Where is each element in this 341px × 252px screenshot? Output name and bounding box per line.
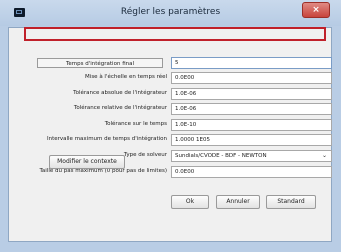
window-title: Régler les paramètres	[120, 7, 221, 17]
max-interval-input[interactable]: 1.0000 1E05	[171, 134, 332, 146]
abs-tolerance-input[interactable]: 1.0E-06	[171, 88, 332, 100]
modify-context-button[interactable]: Modifier le contexte	[49, 155, 125, 169]
realtime-scaling-label: Mise à l'échelle en temps réel	[85, 74, 167, 80]
row-rel-tolerance: Tolérance relative de l'intégrateur 1.0E…	[9, 103, 333, 115]
final-time-input[interactable]: 5	[171, 57, 332, 69]
ok-button[interactable]: Ok	[171, 195, 209, 209]
time-tolerance-label: Tolérance sur le temps	[104, 121, 167, 127]
cancel-button[interactable]: Annuler	[216, 195, 260, 209]
title-bar: Régler les paramètres ×	[0, 0, 341, 26]
row-abs-tolerance: Tolérance absolue de l'intégrateur 1.0E-…	[9, 88, 333, 100]
parameters-panel: Temps d'intégration final 5 Mise à l'éch…	[8, 27, 332, 242]
realtime-scaling-input[interactable]: 0.0E00	[171, 72, 332, 84]
rel-tolerance-input[interactable]: 1.0E-06	[171, 103, 332, 115]
row-realtime-scaling: Mise à l'échelle en temps réel 0.0E00	[9, 72, 333, 84]
max-step-input[interactable]: 0.0E00	[171, 166, 332, 178]
time-tolerance-input[interactable]: 1.0E-10	[171, 119, 332, 131]
chevron-down-icon: ⌄	[321, 152, 327, 159]
solver-type-label: Type de solveur	[123, 152, 167, 158]
settings-dialog: Régler les paramètres × Temps d'intégrat…	[0, 0, 341, 252]
row-time-tolerance: Tolérance sur le temps 1.0E-10	[9, 119, 333, 131]
final-time-label: Temps d'intégration final	[37, 58, 163, 68]
standard-button[interactable]: Standard	[266, 195, 316, 209]
solver-type-select[interactable]: Sundials/CVODE - BDF - NEWTON ⌄	[171, 150, 332, 162]
abs-tolerance-label: Tolérance absolue de l'intégrateur	[73, 90, 167, 96]
max-interval-label: Intervalle maximum de temps d'intégratio…	[46, 136, 167, 142]
row-final-time: Temps d'intégration final 5	[9, 57, 333, 69]
row-max-interval: Intervalle maximum de temps d'intégratio…	[9, 134, 333, 146]
close-button[interactable]: ×	[302, 2, 330, 18]
solver-type-value: Sundials/CVODE - BDF - NEWTON	[175, 153, 267, 159]
rel-tolerance-label: Tolérance relative de l'intégrateur	[73, 105, 167, 111]
